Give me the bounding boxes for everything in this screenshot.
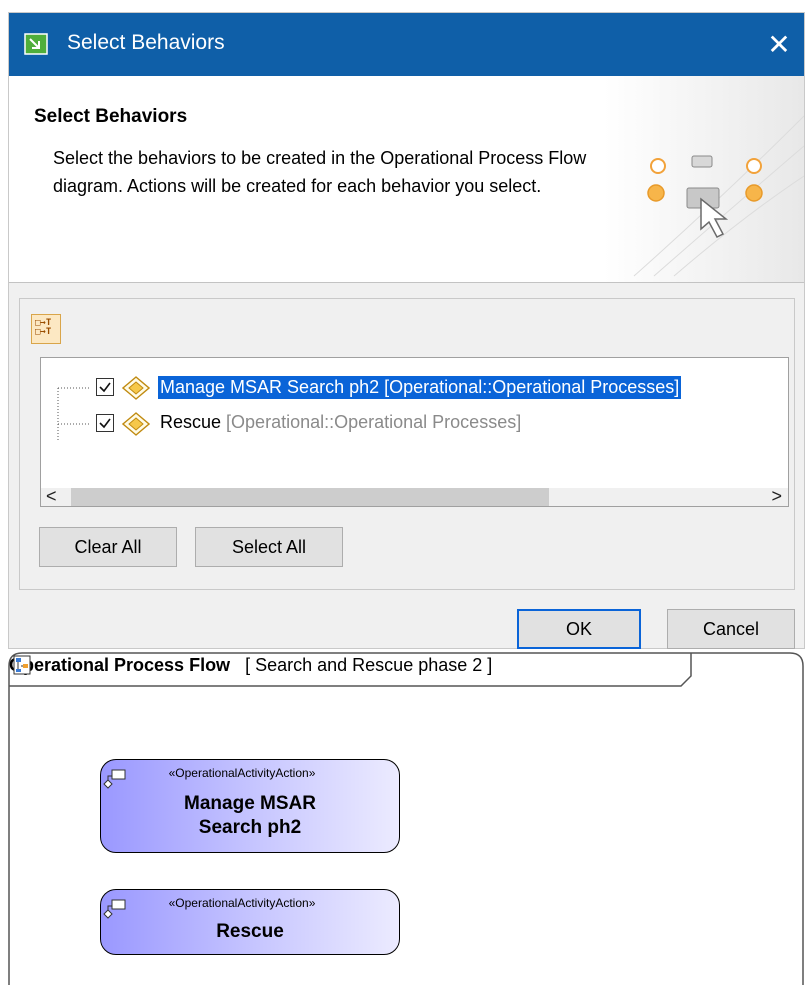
scrollbar-thumb[interactable] <box>71 488 549 506</box>
action-name-line2: Search ph2 <box>198 817 302 838</box>
bracket-close: ] <box>487 655 493 675</box>
behaviors-panel: □→T □→T Manage MSAR Search ph2 [Operation… <box>19 298 795 590</box>
tree-row-manage-msar[interactable]: Manage MSAR Search ph2 [Operational::Ope… <box>41 370 788 406</box>
activity-behavior-icon <box>122 412 150 436</box>
action-name: Manage MSAR <box>184 793 316 814</box>
expand-collapse-icon[interactable]: □→T □→T <box>31 314 61 344</box>
tree-connector <box>57 406 91 442</box>
behavior-name: Manage MSAR Search ph2 <box>160 377 380 397</box>
checkbox-rescue[interactable] <box>96 414 114 432</box>
behavior-label[interactable]: Rescue [Operational::Operational Process… <box>160 412 521 433</box>
banner-heading: Select Behaviors <box>34 106 188 127</box>
bracket-open: [ <box>245 655 251 675</box>
app-icon <box>24 33 48 55</box>
select-all-button[interactable]: Select All <box>195 527 343 567</box>
clear-all-button[interactable]: Clear All <box>39 527 177 567</box>
operational-process-flow-diagram: Operational Process Flow [ Search and Re… <box>8 652 805 985</box>
cancel-button[interactable]: Cancel <box>667 609 795 649</box>
selection-illustration-icon <box>604 76 804 282</box>
behavior-name: Rescue <box>160 412 222 432</box>
diagram-type-icon <box>13 655 31 675</box>
action-name: Rescue <box>216 921 284 942</box>
select-behaviors-dialog: Select Behaviors ✕ Select Behaviors Sele… <box>8 12 805 649</box>
action-manage-msar[interactable]: «OperationalActivityAction» Manage MSAR … <box>100 759 400 853</box>
horizontal-scrollbar[interactable]: < > <box>41 486 788 506</box>
tree-row-rescue[interactable]: Rescue [Operational::Operational Process… <box>41 406 788 442</box>
close-icon[interactable]: ✕ <box>754 13 804 76</box>
checkbox-manage-msar[interactable] <box>96 378 114 396</box>
header-banner: Select Behaviors Select the behaviors to… <box>9 76 804 283</box>
scroll-right-icon[interactable]: > <box>771 486 782 506</box>
activity-behavior-icon <box>122 376 150 400</box>
call-behavior-icon <box>103 769 126 789</box>
action-stereotype: «OperationalActivityAction» <box>168 896 316 910</box>
diagram-name: Search and Rescue phase 2 <box>255 655 483 675</box>
behaviors-tree[interactable]: Manage MSAR Search ph2 [Operational::Ope… <box>40 357 789 507</box>
action-rescue[interactable]: «OperationalActivityAction» Rescue <box>100 889 400 955</box>
behavior-label-selected[interactable]: Manage MSAR Search ph2 [Operational::Ope… <box>158 376 682 399</box>
diagram-heading: Operational Process Flow [ Search and Re… <box>9 655 492 676</box>
action-stereotype: «OperationalActivityAction» <box>168 766 316 780</box>
diagram-kind: Operational Process Flow <box>9 655 231 675</box>
window-title: Select Behaviors <box>67 31 225 54</box>
ok-button[interactable]: OK <box>517 609 641 649</box>
scroll-left-icon[interactable]: < <box>46 486 57 506</box>
behavior-qualifier: [Operational::Operational Processes] <box>226 412 522 432</box>
banner-description: Select the behaviors to be created in th… <box>53 148 587 196</box>
title-bar: Select Behaviors ✕ <box>9 13 804 76</box>
behavior-qualifier: [Operational::Operational Processes] <box>384 377 680 397</box>
tree-connector <box>57 387 91 406</box>
